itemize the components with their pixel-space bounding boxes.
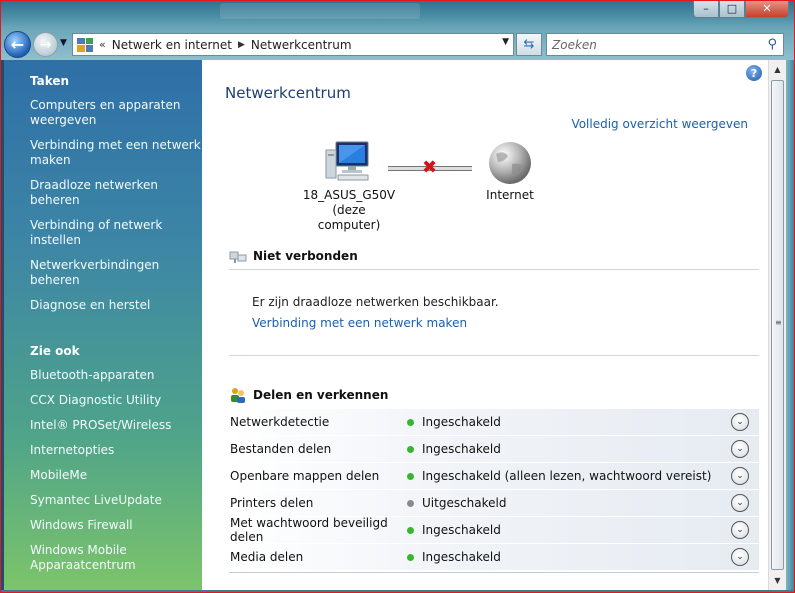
- search-placeholder: Zoeken: [552, 37, 597, 52]
- breadcrumb-network-center[interactable]: Netwerkcentrum: [251, 38, 352, 52]
- minimize-icon[interactable]: –: [693, 0, 719, 18]
- sharing-setting-status: Ingeschakeld: [422, 442, 501, 456]
- close-icon[interactable]: ✕: [745, 0, 789, 18]
- vertical-scrollbar[interactable]: ▲ ≡ ▼: [768, 60, 786, 590]
- sharing-setting-name: Netwerkdetectie: [230, 415, 330, 429]
- expand-chevron-icon[interactable]: ⌄: [731, 521, 749, 539]
- see-also-section: Zie ook Bluetooth-apparaten CCX Diagnost…: [30, 344, 200, 583]
- sharing-row: Media delen Ingeschakeld ⌄: [229, 544, 759, 571]
- computer-subtitle: (deze computer): [317, 203, 381, 232]
- sharing-setting-status: Ingeschakeld (alleen lezen, wachtwoord v…: [422, 469, 712, 483]
- address-toolbar: ← → ▼ « Netwerk en internet ▶ Netwerkcen…: [0, 28, 795, 60]
- tasks-heading: Taken: [30, 74, 70, 88]
- status-on-dot-icon: [407, 418, 414, 426]
- search-input[interactable]: Zoeken ⚲: [546, 33, 784, 56]
- see-also-bluetooth[interactable]: Bluetooth-apparaten: [30, 368, 200, 383]
- internet-label: Internet: [486, 188, 534, 202]
- scrollbar-grip-icon: ≡: [775, 318, 782, 327]
- not-connected-title: Niet verbonden: [253, 249, 358, 263]
- expand-chevron-icon[interactable]: ⌄: [731, 440, 749, 458]
- full-map-link[interactable]: Volledig overzicht weergeven: [571, 117, 748, 131]
- sharing-setting-name: Bestanden delen: [230, 442, 332, 456]
- sharing-setting-name: Openbare mappen delen: [230, 469, 380, 483]
- computer-icon[interactable]: [324, 140, 372, 182]
- back-arrow-icon[interactable]: ←: [4, 31, 31, 58]
- see-also-heading: Zie ook: [30, 344, 80, 358]
- title-bar-reflection: [220, 3, 420, 19]
- recent-pages-chevron-icon[interactable]: ▼: [60, 38, 67, 48]
- sharing-people-icon: [231, 388, 245, 403]
- scrollbar-thumb[interactable]: ≡: [771, 80, 784, 570]
- expand-chevron-icon[interactable]: ⌄: [731, 548, 749, 566]
- computer-name: 18_ASUS_G50V: [302, 188, 396, 202]
- sharing-title: Delen en verkennen: [253, 388, 389, 402]
- sharing-row: Printers delen Uitgeschakeld ⌄: [229, 490, 759, 517]
- wireless-available-text: Er zijn draadloze netwerken beschikbaar.: [252, 295, 499, 309]
- sharing-heading: Delen en verkennen: [229, 387, 759, 403]
- sharing-row: Openbare mappen delen Ingeschakeld (alle…: [229, 463, 759, 490]
- expand-chevron-icon[interactable]: ⌄: [731, 467, 749, 485]
- help-icon[interactable]: ?: [746, 65, 762, 81]
- scroll-up-arrow-icon[interactable]: ▲: [769, 61, 786, 78]
- section-divider: [229, 355, 759, 356]
- status-off-dot-icon: [407, 499, 414, 507]
- address-dropdown-icon[interactable]: ▼: [502, 37, 509, 47]
- status-on-dot-icon: [407, 526, 414, 534]
- see-also-internet-options[interactable]: Internetopties: [30, 443, 200, 458]
- forward-arrow-icon[interactable]: →: [33, 32, 58, 57]
- network-map: 18_ASUS_G50V (deze computer) ✖ Internet: [302, 140, 562, 232]
- see-also-ccx[interactable]: CCX Diagnostic Utility: [30, 393, 200, 408]
- sharing-setting-status: Ingeschakeld: [422, 550, 501, 564]
- maximize-icon[interactable]: □: [719, 0, 745, 18]
- see-also-liveupdate[interactable]: Symantec LiveUpdate: [30, 493, 200, 508]
- connect-network-link[interactable]: Verbinding met een netwerk maken: [252, 316, 467, 330]
- window-frame-right: [786, 60, 795, 593]
- task-link-diagnose-repair[interactable]: Diagnose en herstel: [30, 298, 202, 313]
- section-divider: [229, 572, 759, 573]
- sharing-row: Netwerkdetectie Ingeschakeld ⌄: [229, 409, 759, 436]
- section-divider: [229, 269, 759, 270]
- status-on-dot-icon: [407, 445, 414, 453]
- content-pane: ? Netwerkcentrum Volledig overzicht weer…: [202, 60, 768, 590]
- scroll-down-arrow-icon[interactable]: ▼: [769, 572, 786, 589]
- computer-label: 18_ASUS_G50V (deze computer): [302, 188, 396, 233]
- expand-chevron-icon[interactable]: ⌄: [731, 494, 749, 512]
- disconnected-x-icon: ✖: [422, 157, 438, 178]
- breadcrumb-overflow[interactable]: «: [99, 38, 106, 51]
- search-icon[interactable]: ⚲: [767, 37, 777, 52]
- network-unknown-icon: [229, 251, 247, 263]
- breadcrumb-network-internet[interactable]: Netwerk en internet: [112, 38, 232, 52]
- breadcrumb-separator-icon[interactable]: ▶: [238, 40, 245, 50]
- sharing-setting-name: Met wachtwoord beveiligd delen: [230, 516, 388, 544]
- page-title: Netwerkcentrum: [225, 84, 351, 102]
- control-panel-icon: [77, 37, 93, 52]
- window-controls: – □ ✕: [693, 0, 789, 18]
- sharing-setting-status: Uitgeschakeld: [422, 496, 507, 510]
- task-link-setup-connection[interactable]: Verbinding of netwerk instellen: [30, 218, 202, 248]
- task-pane: Taken Computers en apparaten weergeven V…: [4, 60, 202, 590]
- not-connected-heading: Niet verbonden: [229, 248, 759, 264]
- see-also-intel-proset[interactable]: Intel® PROSet/Wireless: [30, 418, 200, 433]
- see-also-firewall[interactable]: Windows Firewall: [30, 518, 200, 533]
- sharing-setting-status: Ingeschakeld: [422, 415, 501, 429]
- sharing-setting-status: Ingeschakeld: [422, 523, 501, 537]
- task-link-view-computers[interactable]: Computers en apparaten weergeven: [30, 98, 202, 128]
- see-also-mobile-center[interactable]: Windows Mobile Apparaatcentrum: [30, 543, 200, 573]
- sharing-table: Netwerkdetectie Ingeschakeld ⌄ Bestanden…: [229, 409, 759, 571]
- refresh-icon[interactable]: ⇆: [516, 33, 542, 56]
- sharing-row: Met wachtwoord beveiligd delen Ingeschak…: [229, 516, 759, 544]
- task-link-connect-network[interactable]: Verbinding met een netwerk maken: [30, 138, 202, 168]
- sharing-row: Bestanden delen Ingeschakeld ⌄: [229, 436, 759, 463]
- sharing-setting-name: Printers delen: [230, 496, 314, 510]
- task-link-manage-wireless[interactable]: Draadloze netwerken beheren: [30, 178, 202, 208]
- status-on-dot-icon: [407, 472, 414, 480]
- address-bar[interactable]: « Netwerk en internet ▶ Netwerkcentrum ▼: [72, 33, 514, 56]
- sharing-setting-name: Media delen: [230, 550, 304, 564]
- title-bar: – □ ✕: [0, 0, 795, 28]
- status-on-dot-icon: [407, 553, 414, 561]
- expand-chevron-icon[interactable]: ⌄: [731, 413, 749, 431]
- globe-icon[interactable]: [486, 140, 534, 186]
- task-link-manage-connections[interactable]: Netwerkverbindingen beheren: [30, 258, 202, 288]
- see-also-mobileme[interactable]: MobileMe: [30, 468, 200, 483]
